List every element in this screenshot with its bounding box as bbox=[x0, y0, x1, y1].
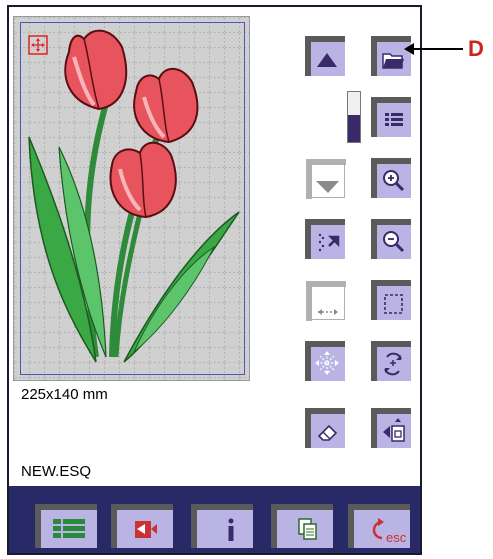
open-folder-button[interactable] bbox=[371, 36, 411, 76]
design-preview[interactable] bbox=[13, 16, 250, 381]
rotate-button[interactable] bbox=[371, 341, 411, 381]
dashed-frame-icon bbox=[384, 294, 403, 314]
zoom-in-button[interactable] bbox=[371, 158, 411, 198]
esc-label: esc bbox=[386, 530, 407, 545]
cursor-select-icon bbox=[318, 233, 340, 252]
sewing-screen: 225x140 mm NEW.ESQ esc bbox=[7, 5, 422, 555]
escape-button[interactable]: esc bbox=[348, 504, 410, 548]
hoop-position-button[interactable] bbox=[371, 408, 411, 448]
scroll-down-button[interactable] bbox=[306, 159, 346, 199]
resize-horizontal-icon bbox=[318, 309, 338, 315]
list-icon bbox=[385, 113, 403, 126]
scroll-up-button[interactable] bbox=[305, 36, 345, 76]
triangle-up-icon bbox=[317, 53, 337, 67]
info-icon bbox=[228, 518, 234, 541]
copy-icon bbox=[298, 518, 317, 540]
hoop-position-icon bbox=[383, 418, 405, 442]
tulip-embroidery-design bbox=[28, 29, 240, 363]
camera-icon bbox=[135, 521, 157, 538]
zoom-to-hoop-button[interactable] bbox=[371, 280, 411, 320]
select-stitch-button[interactable] bbox=[305, 219, 345, 259]
rotate-icon bbox=[384, 352, 402, 376]
speed-slider[interactable] bbox=[347, 91, 361, 143]
list-view-button[interactable] bbox=[371, 97, 411, 137]
slider-level bbox=[348, 114, 360, 142]
zoom-out-icon bbox=[383, 231, 405, 253]
zoom-out-button[interactable] bbox=[371, 219, 411, 259]
bottom-toolbar: esc bbox=[9, 486, 420, 553]
move-arrows-icon bbox=[315, 351, 339, 375]
list-icon bbox=[53, 519, 85, 538]
zoom-in-icon bbox=[383, 170, 405, 192]
erase-button[interactable] bbox=[305, 408, 345, 448]
esc-icon: esc bbox=[372, 518, 407, 545]
resize-button[interactable] bbox=[306, 281, 346, 321]
info-button[interactable] bbox=[191, 504, 253, 548]
design-size-text: 225x140 mm bbox=[21, 386, 108, 403]
move-button[interactable] bbox=[305, 341, 345, 381]
triangle-down-icon bbox=[316, 181, 339, 193]
callout-line bbox=[408, 48, 463, 50]
eraser-icon bbox=[317, 424, 338, 441]
menu-button[interactable] bbox=[35, 504, 97, 548]
copy-button[interactable] bbox=[271, 504, 333, 548]
callout-letter: D bbox=[468, 36, 484, 61]
file-name-text: NEW.ESQ bbox=[21, 463, 92, 480]
folder-open-icon bbox=[382, 53, 404, 69]
video-button[interactable] bbox=[111, 504, 173, 548]
